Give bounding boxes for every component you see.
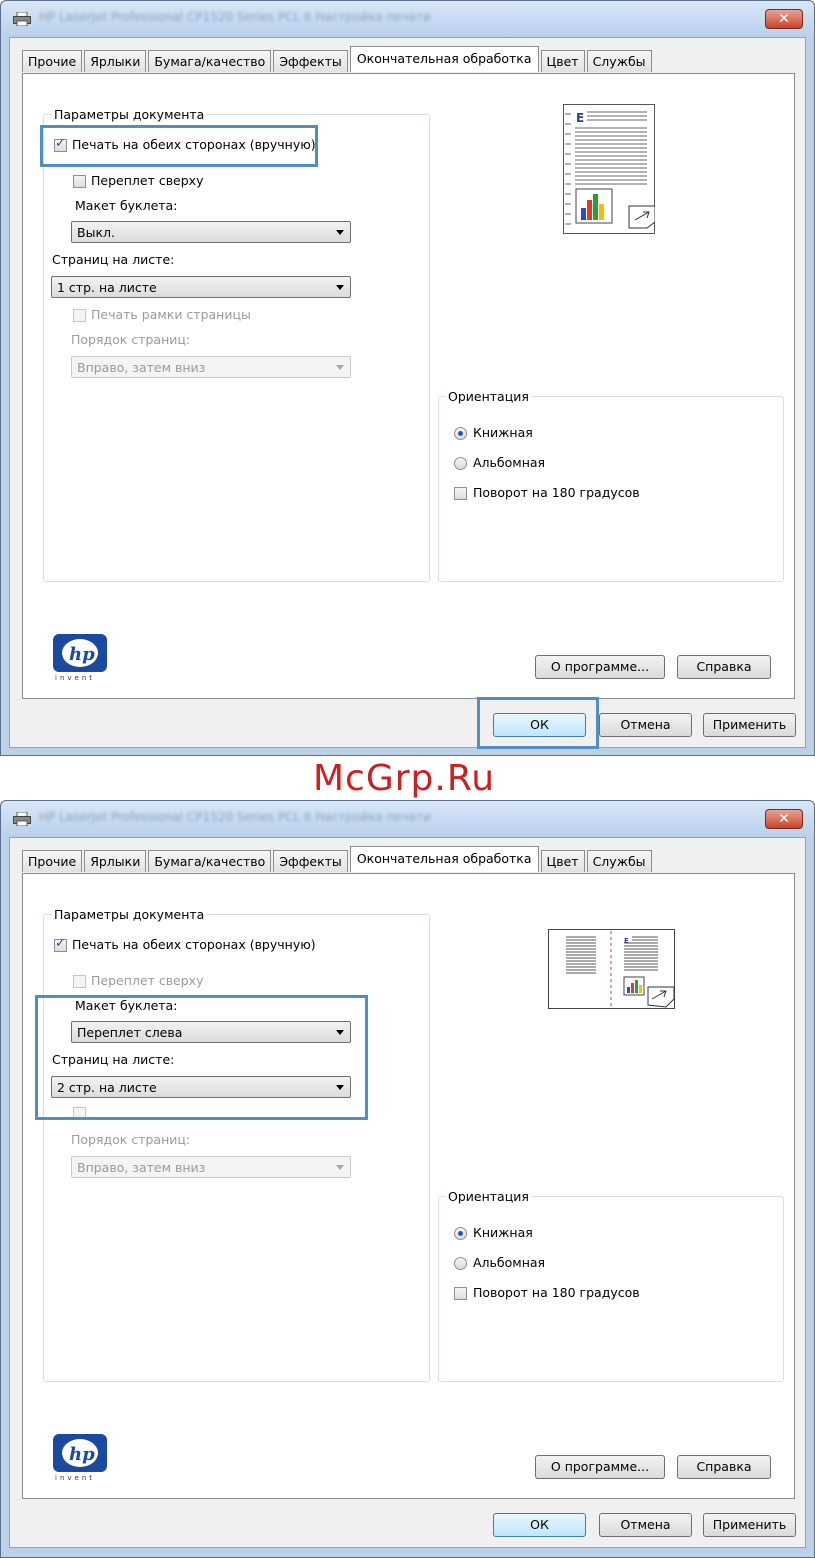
flip-pages-up-label: Переплет сверху: [91, 973, 204, 988]
tab-services[interactable]: Службы: [586, 850, 652, 872]
finishing-tab-page: Параметры документа Печать на обеих стор…: [22, 873, 795, 1499]
apply-button[interactable]: Применить: [703, 1513, 796, 1537]
pages-per-sheet-select[interactable]: 1 стр. на листе: [51, 276, 351, 298]
portrait-label: Книжная: [473, 1225, 533, 1240]
rotate-180-label: Поворот на 180 градусов: [473, 485, 640, 500]
chevron-down-icon: [336, 365, 344, 370]
document-options-label: Параметры документа: [52, 907, 207, 922]
about-button[interactable]: О программе...: [535, 1455, 665, 1479]
booklet-layout-value: Выкл.: [77, 225, 115, 240]
page-order-select[interactable]: Вправо, затем вниз: [71, 1156, 351, 1178]
page-order-label: Порядок страниц:: [71, 1132, 191, 1147]
tab-strip: Прочие Ярлыки Бумага/качество Эффекты Оконча…: [22, 846, 654, 873]
page-order-value: Вправо, затем вниз: [77, 360, 206, 375]
hp-logo: hp invent: [49, 634, 111, 684]
portrait-label: Книжная: [473, 425, 533, 440]
landscape-radio[interactable]: [454, 1257, 467, 1270]
landscape-label: Альбомная: [473, 455, 546, 470]
tab-strip: Прочие Ярлыки Бумага/качество Эффекты Оконча…: [22, 46, 654, 73]
page-order-value: Вправо, затем вниз: [77, 1160, 206, 1175]
preview-page-icon: E: [565, 111, 655, 229]
tab-effects[interactable]: Эффекты: [273, 850, 348, 872]
apply-button[interactable]: Применить: [703, 713, 796, 737]
document-options-label: Параметры документа: [52, 107, 207, 122]
tab-paper-quality[interactable]: Бумага/качество: [148, 850, 272, 872]
landscape-radio[interactable]: [454, 457, 467, 470]
tab-finishing[interactable]: Окончательная обработка: [349, 46, 539, 72]
page-borders-label: Печать рамки страницы: [91, 307, 251, 322]
ok-highlight: [477, 697, 599, 749]
print-settings-window-2: HP LaserJet Professional CP1520 Series P…: [0, 800, 815, 1558]
booklet-layout-label: Макет буклета:: [75, 198, 178, 213]
page-order-label: Порядок страниц:: [71, 332, 191, 347]
svg-text:E: E: [624, 937, 629, 945]
svg-text:hp: hp: [69, 644, 95, 665]
chevron-down-icon: [336, 1165, 344, 1170]
close-button[interactable]: ✕: [765, 9, 803, 29]
hp-logo-tagline: invent: [55, 1474, 96, 1482]
help-button[interactable]: Справка: [677, 1455, 771, 1479]
page-order-select[interactable]: Вправо, затем вниз: [71, 356, 351, 378]
booklet-pages-highlight: [35, 995, 368, 1120]
dialog-client: Прочие Ярлыки Бумага/качество Эффекты Оконча…: [9, 837, 806, 1548]
tab-services[interactable]: Службы: [586, 50, 652, 72]
printer-icon: [13, 812, 31, 826]
tab-shortcuts[interactable]: Ярлыки: [84, 50, 147, 72]
print-settings-window-1: HP LaserJet Professional CP1520 Series P…: [0, 0, 815, 756]
printer-icon: [13, 12, 31, 26]
about-button[interactable]: О программе...: [535, 655, 665, 679]
flip-pages-up-checkbox[interactable]: [73, 175, 86, 188]
flip-pages-up-label: Переплет сверху: [91, 173, 204, 188]
title-bar: HP LaserJet Professional CP1520 Series P…: [1, 1, 814, 37]
ok-button[interactable]: ОК: [493, 1513, 586, 1537]
svg-text:E: E: [576, 111, 584, 125]
cancel-button[interactable]: Отмена: [599, 1513, 692, 1537]
tab-paper-quality[interactable]: Бумага/качество: [148, 50, 272, 72]
rotate-180-checkbox[interactable]: [454, 487, 467, 500]
window-title: HP LaserJet Professional CP1520 Series P…: [39, 810, 431, 824]
portrait-radio[interactable]: [454, 1227, 467, 1240]
booklet-preview-icon: E: [548, 929, 675, 1009]
booklet-layout-select[interactable]: Выкл.: [71, 221, 351, 243]
title-bar: HP LaserJet Professional CP1520 Series P…: [1, 801, 814, 837]
window-title: HP LaserJet Professional CP1520 Series P…: [39, 10, 431, 24]
hp-logo: hp invent: [49, 1434, 111, 1484]
pages-per-sheet-label: Страниц на листе:: [52, 252, 175, 267]
orientation-label: Ориентация: [446, 1189, 531, 1204]
chevron-down-icon: [336, 285, 344, 290]
help-button[interactable]: Справка: [677, 655, 771, 679]
pages-per-sheet-value: 1 стр. на листе: [57, 280, 157, 295]
document-preview: E: [563, 104, 655, 234]
rotate-180-checkbox[interactable]: [454, 1287, 467, 1300]
tab-other[interactable]: Прочие: [22, 850, 83, 872]
duplex-checkbox[interactable]: [54, 936, 67, 952]
hp-logo-tagline: invent: [55, 674, 96, 682]
tab-shortcuts[interactable]: Ярлыки: [84, 850, 147, 872]
tab-other[interactable]: Прочие: [22, 50, 83, 72]
svg-text:hp: hp: [69, 1444, 95, 1465]
tab-color[interactable]: Цвет: [540, 50, 585, 72]
flip-pages-up-checkbox[interactable]: [73, 975, 86, 988]
close-button[interactable]: ✕: [765, 809, 803, 829]
landscape-label: Альбомная: [473, 1255, 546, 1270]
chevron-down-icon: [336, 230, 344, 235]
page-borders-checkbox[interactable]: [73, 309, 86, 322]
duplex-highlight: [40, 125, 318, 167]
cancel-button[interactable]: Отмена: [599, 713, 692, 737]
orientation-label: Ориентация: [446, 389, 531, 404]
tab-color[interactable]: Цвет: [540, 850, 585, 872]
portrait-radio[interactable]: [454, 427, 467, 440]
booklet-preview: E: [548, 929, 675, 1009]
watermark: McGrp.Ru: [313, 758, 496, 799]
tab-finishing[interactable]: Окончательная обработка: [349, 846, 539, 872]
tab-effects[interactable]: Эффекты: [273, 50, 348, 72]
rotate-180-label: Поворот на 180 градусов: [473, 1285, 640, 1300]
duplex-label: Печать на обеих сторонах (вручную): [72, 937, 316, 952]
